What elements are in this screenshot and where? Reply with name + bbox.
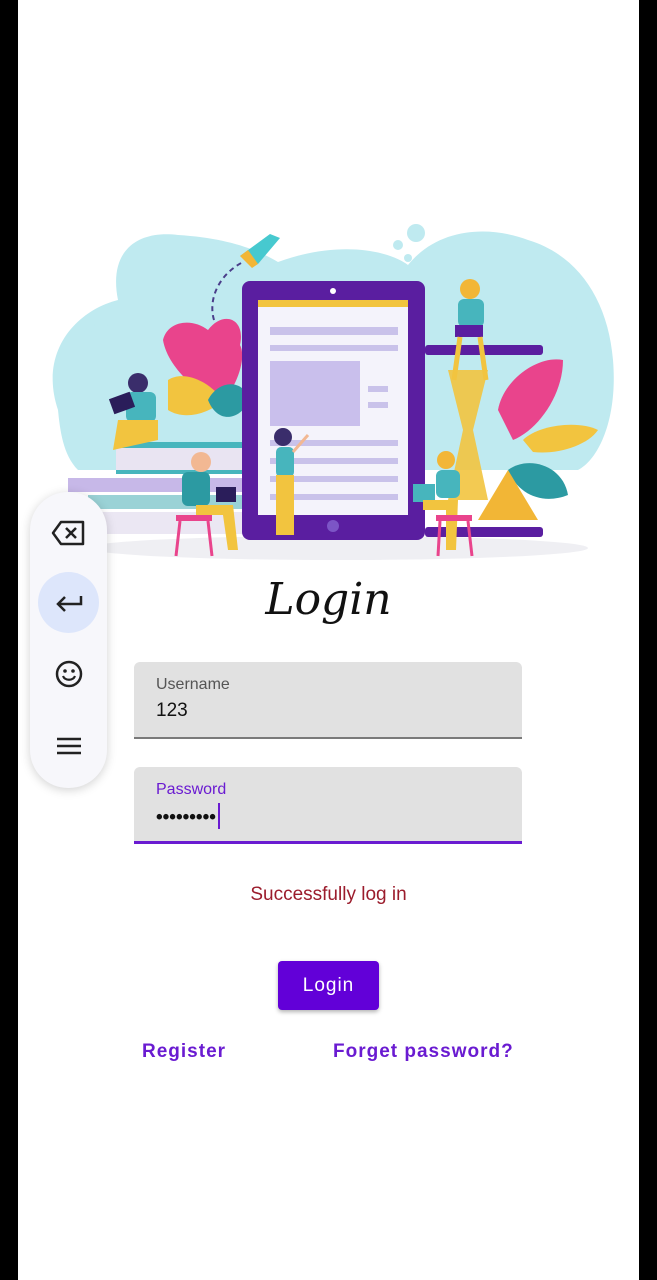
status-message: Successfully log in	[250, 884, 407, 905]
backspace-icon	[51, 520, 84, 545]
enter-button[interactable]	[38, 572, 99, 633]
emoji-button[interactable]	[38, 643, 99, 704]
illustration-image	[52, 224, 614, 560]
password-value-wrap: •••••••••	[156, 803, 220, 829]
emoji-icon	[55, 660, 82, 687]
login-button[interactable]: Login	[278, 961, 379, 1010]
backspace-button[interactable]	[38, 502, 99, 563]
username-value: 123	[156, 700, 188, 721]
text-caret	[217, 803, 220, 829]
enter-icon	[55, 595, 82, 612]
page-title: Login	[265, 574, 392, 625]
app-screen: Login Username 123 Password ••••••••• Su…	[18, 0, 639, 1280]
hero-illustration	[18, 0, 639, 580]
forgot-password-link[interactable]: Forget password?	[333, 1041, 514, 1063]
menu-icon	[56, 737, 81, 754]
username-label: Username	[156, 676, 230, 693]
password-value: •••••••••	[156, 807, 216, 828]
keyboard-floating-toolbar	[30, 492, 107, 788]
password-label: Password	[156, 781, 227, 798]
password-field[interactable]: Password •••••••••	[134, 767, 522, 844]
register-link[interactable]: Register	[142, 1041, 226, 1063]
menu-button[interactable]	[38, 715, 99, 776]
username-field[interactable]: Username 123	[134, 662, 522, 739]
